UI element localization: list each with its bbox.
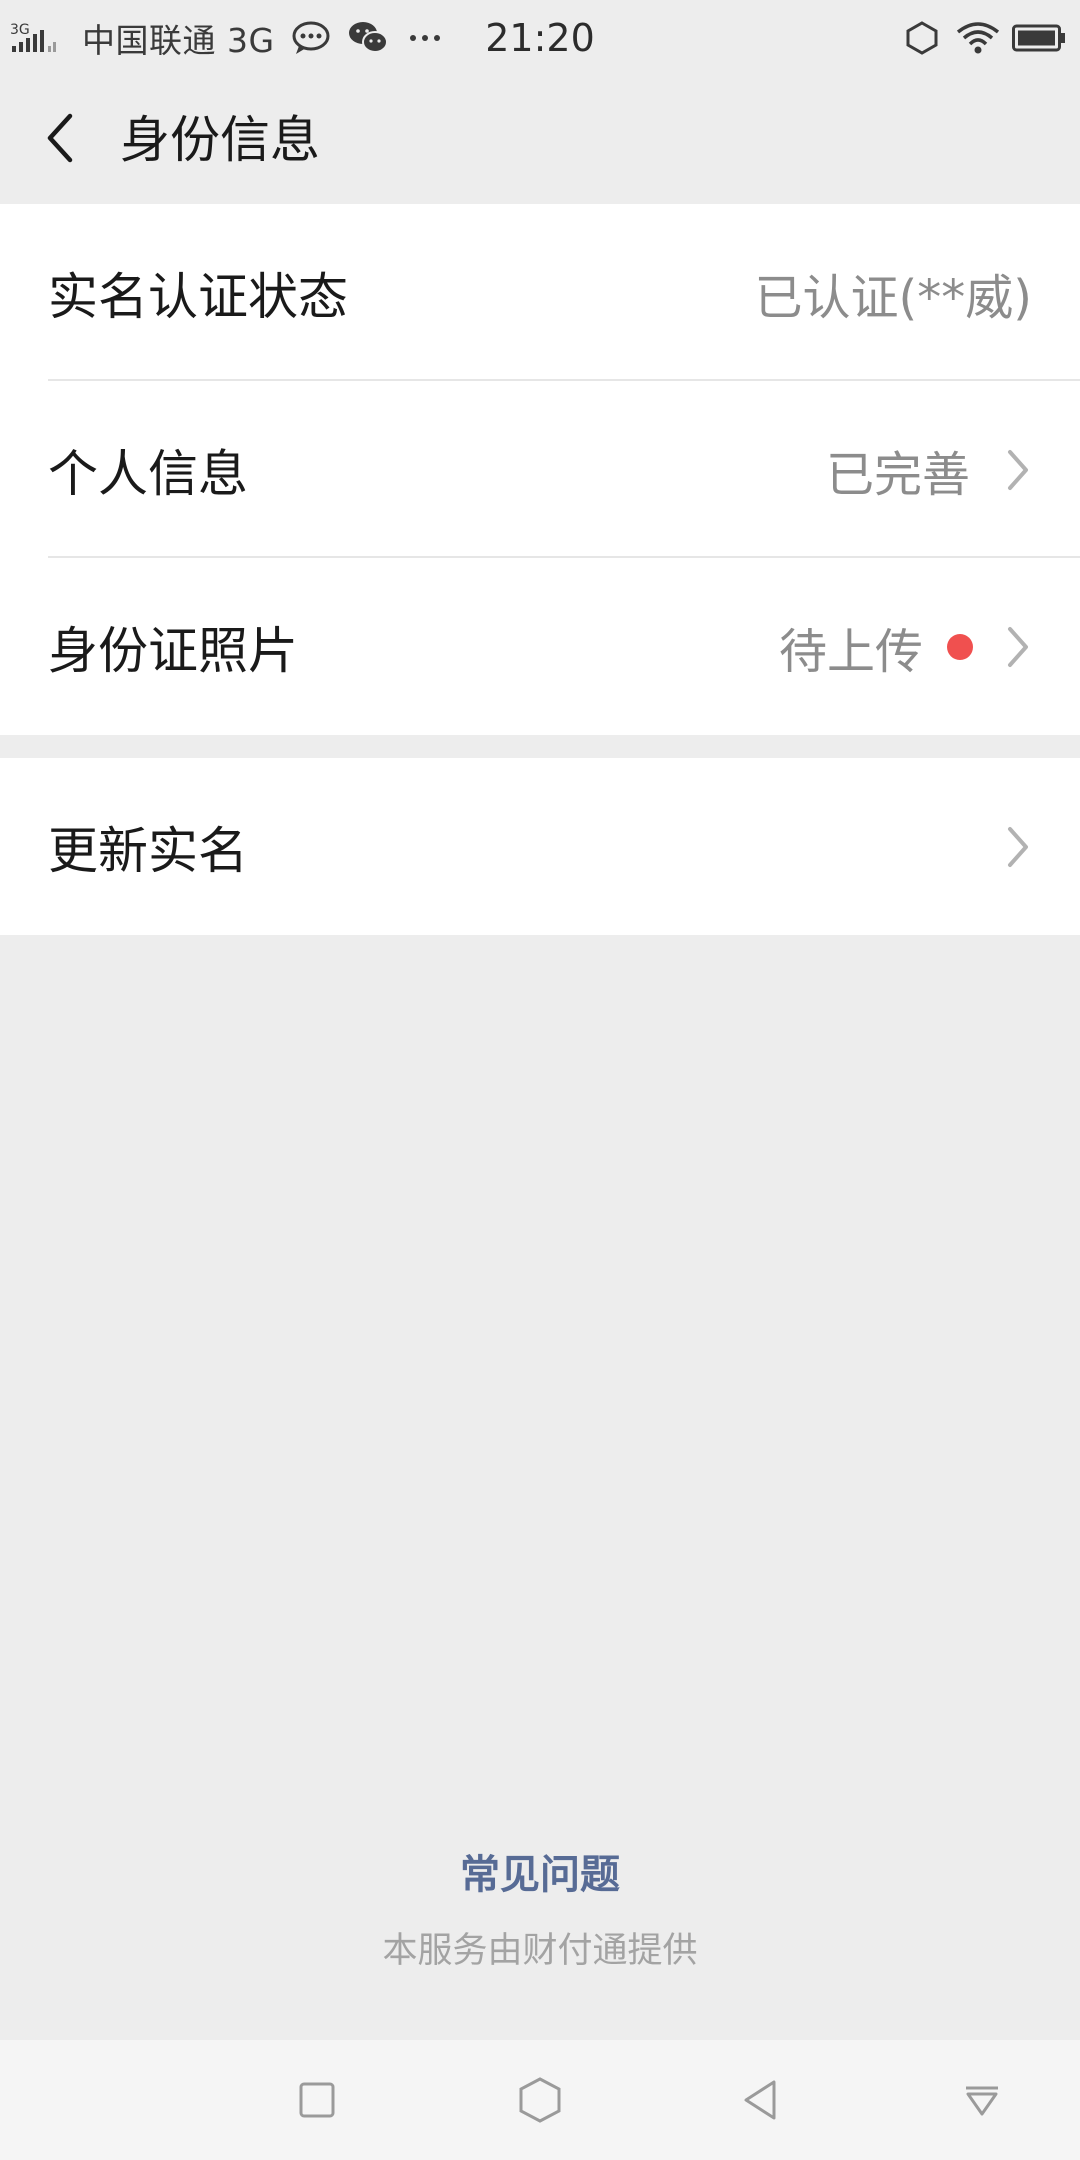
home-button[interactable]: [510, 2070, 570, 2130]
notification-pull-icon: [966, 2086, 998, 2116]
home-icon: [519, 2077, 561, 2123]
status-bar: 3G 中国联通 3G 21:20: [0, 0, 1080, 76]
identity-info-group: 实名认证状态 已认证(**威) 个人信息 已完善 身份证照片 待上传: [0, 204, 1080, 735]
back-chevron-icon: [47, 113, 73, 163]
system-navigation-bar: [0, 2040, 1080, 2160]
personal-info-row[interactable]: 个人信息 已完善: [0, 381, 1080, 558]
hexagon-icon: [902, 20, 942, 56]
personal-info-label: 个人信息: [48, 444, 248, 503]
page-title: 身份信息: [120, 111, 320, 169]
update-realname-row[interactable]: 更新实名: [0, 758, 1080, 935]
status-bar-right: [902, 0, 1066, 76]
update-realname-group: 更新实名: [0, 758, 1080, 935]
faq-link[interactable]: 常见问题: [0, 1842, 1080, 1900]
id-card-photo-row[interactable]: 身份证照片 待上传: [0, 558, 1080, 735]
back-icon: [744, 2080, 776, 2120]
id-card-photo-value: 待上传: [778, 623, 923, 680]
id-card-photo-label: 身份证照片: [48, 621, 298, 680]
back-button[interactable]: [28, 106, 92, 170]
provider-note: 本服务由财付通提供: [382, 1931, 698, 1971]
personal-info-value: 已完善: [825, 446, 970, 503]
notification-pull-button[interactable]: [952, 2070, 1012, 2130]
back-nav-button[interactable]: [730, 2070, 790, 2130]
wifi-icon: [956, 20, 1000, 56]
chevron-right-icon: [1004, 446, 1032, 494]
verification-status-row: 实名认证状态 已认证(**威): [0, 204, 1080, 381]
unread-red-dot: [947, 633, 973, 660]
update-realname-label: 更新实名: [48, 821, 248, 880]
verification-status-label: 实名认证状态: [48, 267, 348, 326]
verification-status-value: 已认证(**威): [754, 269, 1032, 326]
chevron-right-icon: [1004, 623, 1032, 671]
chevron-right-icon: [1004, 823, 1032, 871]
battery-icon: [1012, 23, 1066, 53]
recent-apps-button[interactable]: [287, 2070, 347, 2130]
top-nav-bar: 身份信息: [0, 76, 1080, 204]
recent-apps-icon: [299, 2082, 335, 2118]
